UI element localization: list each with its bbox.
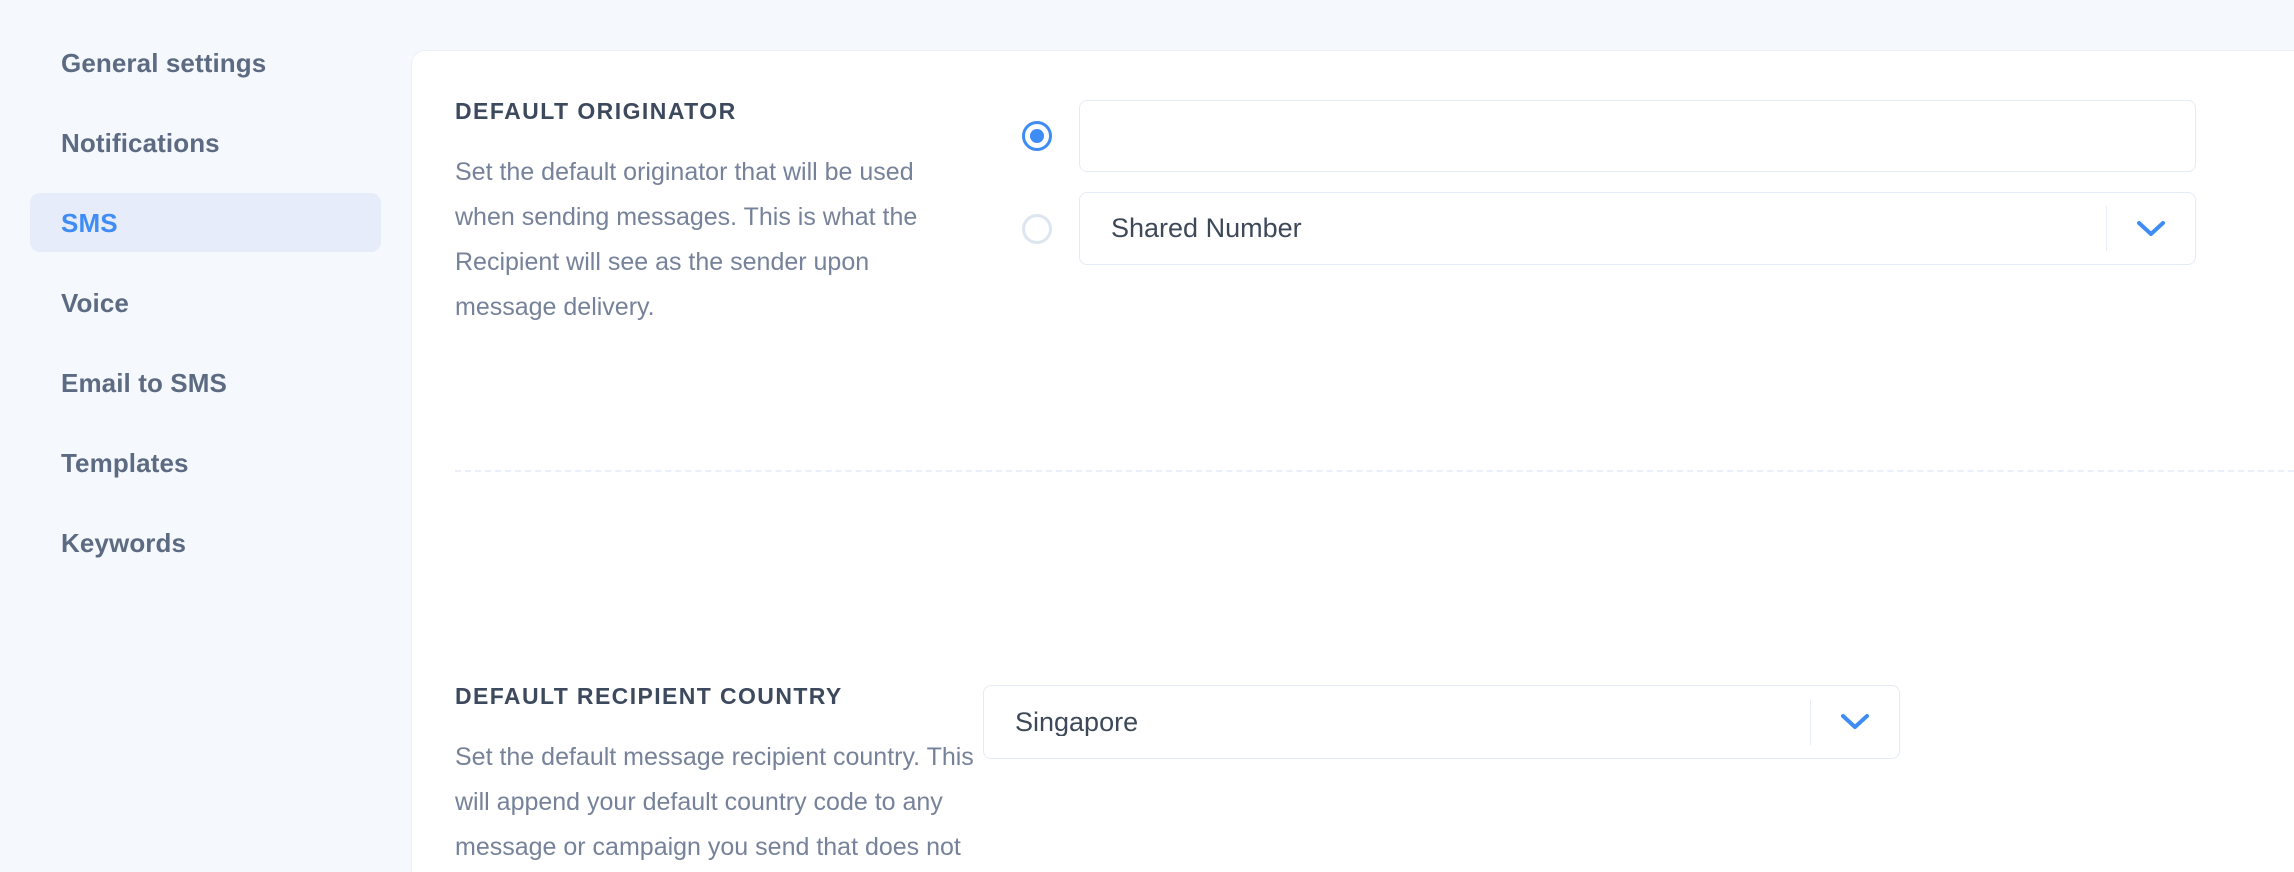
chevron-down-icon[interactable] — [1811, 713, 1899, 731]
sidebar-item-keywords[interactable]: Keywords — [30, 513, 381, 572]
sidebar-item-sms[interactable]: SMS — [30, 193, 381, 252]
originator-shared-radio[interactable] — [1022, 214, 1052, 244]
sidebar-item-label: General settings — [61, 50, 266, 76]
originator-option-shared-row: Shared Number — [1022, 192, 2196, 265]
default-recipient-country-description-block: DEFAULT RECIPIENT COUNTRY Set the defaul… — [412, 685, 975, 872]
recipient-country-select-value: Singapore — [984, 709, 1810, 736]
default-originator-section: DEFAULT ORIGINATOR Set the default origi… — [412, 51, 2294, 330]
default-recipient-country-title: DEFAULT RECIPIENT COUNTRY — [455, 685, 975, 708]
sidebar-item-label: Voice — [61, 290, 129, 316]
chevron-down-icon[interactable] — [2107, 220, 2195, 238]
originator-option-custom-row — [1022, 100, 2196, 172]
default-recipient-country-section: DEFAULT RECIPIENT COUNTRY Set the defaul… — [412, 330, 2294, 872]
sidebar-item-label: Keywords — [61, 530, 186, 556]
sidebar-item-notifications[interactable]: Notifications — [30, 113, 381, 172]
sidebar-item-voice[interactable]: Voice — [30, 273, 381, 332]
sidebar-item-label: SMS — [61, 210, 118, 236]
settings-page: General settings Notifications SMS Voice… — [0, 0, 2294, 872]
sidebar-item-email-to-sms[interactable]: Email to SMS — [30, 353, 381, 412]
default-originator-title: DEFAULT ORIGINATOR — [455, 100, 975, 123]
sidebar-item-label: Notifications — [61, 130, 220, 156]
default-originator-description: Set the default originator that will be … — [455, 150, 975, 330]
settings-content-panel: DEFAULT ORIGINATOR Set the default origi… — [411, 50, 2294, 872]
default-originator-controls: Shared Number — [975, 100, 2294, 265]
default-originator-description-block: DEFAULT ORIGINATOR Set the default origi… — [412, 100, 975, 330]
sidebar-nav-list: General settings Notifications SMS Voice… — [0, 33, 411, 572]
originator-shared-select-value: Shared Number — [1080, 215, 2106, 242]
default-recipient-country-controls: Singapore — [975, 685, 2294, 759]
originator-custom-input-wrapper[interactable] — [1079, 100, 2196, 172]
sidebar-item-general-settings[interactable]: General settings — [30, 33, 381, 92]
recipient-country-select[interactable]: Singapore — [983, 685, 1900, 759]
originator-shared-select[interactable]: Shared Number — [1079, 192, 2196, 265]
originator-custom-radio[interactable] — [1022, 121, 1052, 151]
sidebar-item-templates[interactable]: Templates — [30, 433, 381, 492]
sidebar-item-label: Templates — [61, 450, 189, 476]
sidebar-item-label: Email to SMS — [61, 370, 227, 396]
settings-sidebar: General settings Notifications SMS Voice… — [0, 0, 411, 872]
default-recipient-country-description: Set the default message recipient countr… — [455, 735, 975, 872]
